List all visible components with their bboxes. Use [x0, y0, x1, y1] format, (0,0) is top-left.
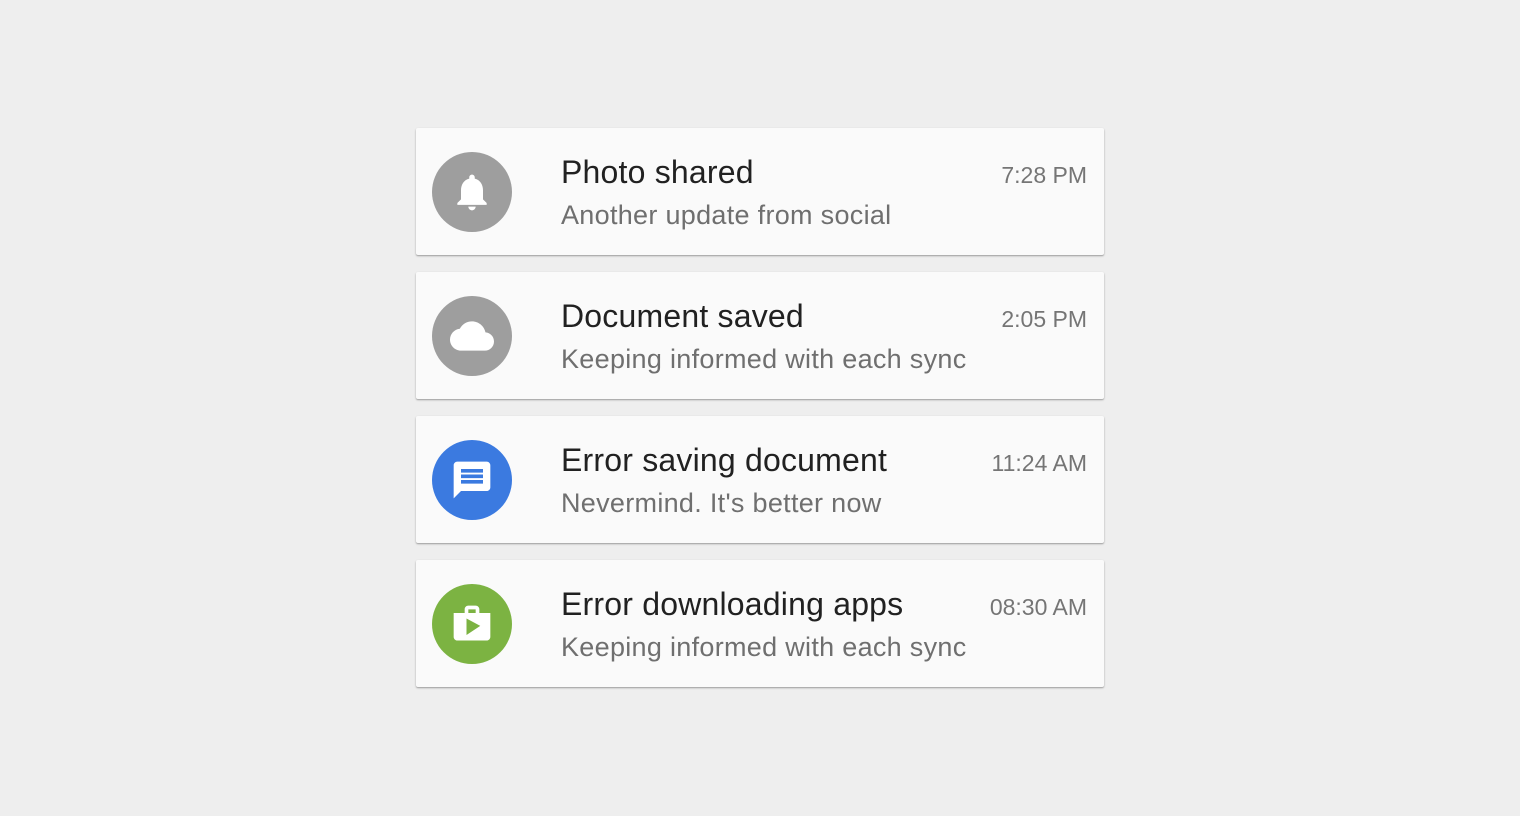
- notification-subtitle: Nevermind. It's better now: [561, 488, 882, 518]
- notification-avatar: [432, 440, 512, 520]
- notification-title: Document saved: [561, 298, 804, 334]
- notification-title: Error saving document: [561, 442, 888, 478]
- notification-avatar: [432, 584, 512, 664]
- notification-subtitle: Keeping informed with each sync: [561, 344, 967, 374]
- notification-card-document-saved[interactable]: Document saved Keeping informed with eac…: [416, 272, 1104, 399]
- play-store-icon: [453, 605, 491, 641]
- notification-avatar: [432, 152, 512, 232]
- notification-avatar: [432, 296, 512, 376]
- notification-time: 2:05 PM: [1001, 306, 1087, 332]
- bell-icon: [457, 174, 487, 211]
- notification-subtitle: Another update from social: [561, 200, 892, 230]
- notification-title: Photo shared: [561, 154, 754, 190]
- notification-time: 08:30 AM: [989, 594, 1087, 620]
- notification-subtitle: Keeping informed with each sync: [561, 632, 967, 662]
- cloud-icon: [450, 321, 494, 351]
- notification-card-error-downloading[interactable]: Error downloading apps Keeping informed …: [416, 560, 1104, 687]
- notification-time: 7:28 PM: [1001, 162, 1087, 188]
- notification-title: Error downloading apps: [561, 586, 904, 622]
- notification-card-photo-shared[interactable]: Photo shared Another update from social …: [416, 128, 1104, 255]
- message-icon: [453, 461, 491, 499]
- notification-list: Photo shared Another update from social …: [416, 128, 1104, 704]
- notification-time: 11:24 AM: [991, 450, 1087, 476]
- notification-card-error-saving[interactable]: Error saving document Nevermind. It's be…: [416, 416, 1104, 543]
